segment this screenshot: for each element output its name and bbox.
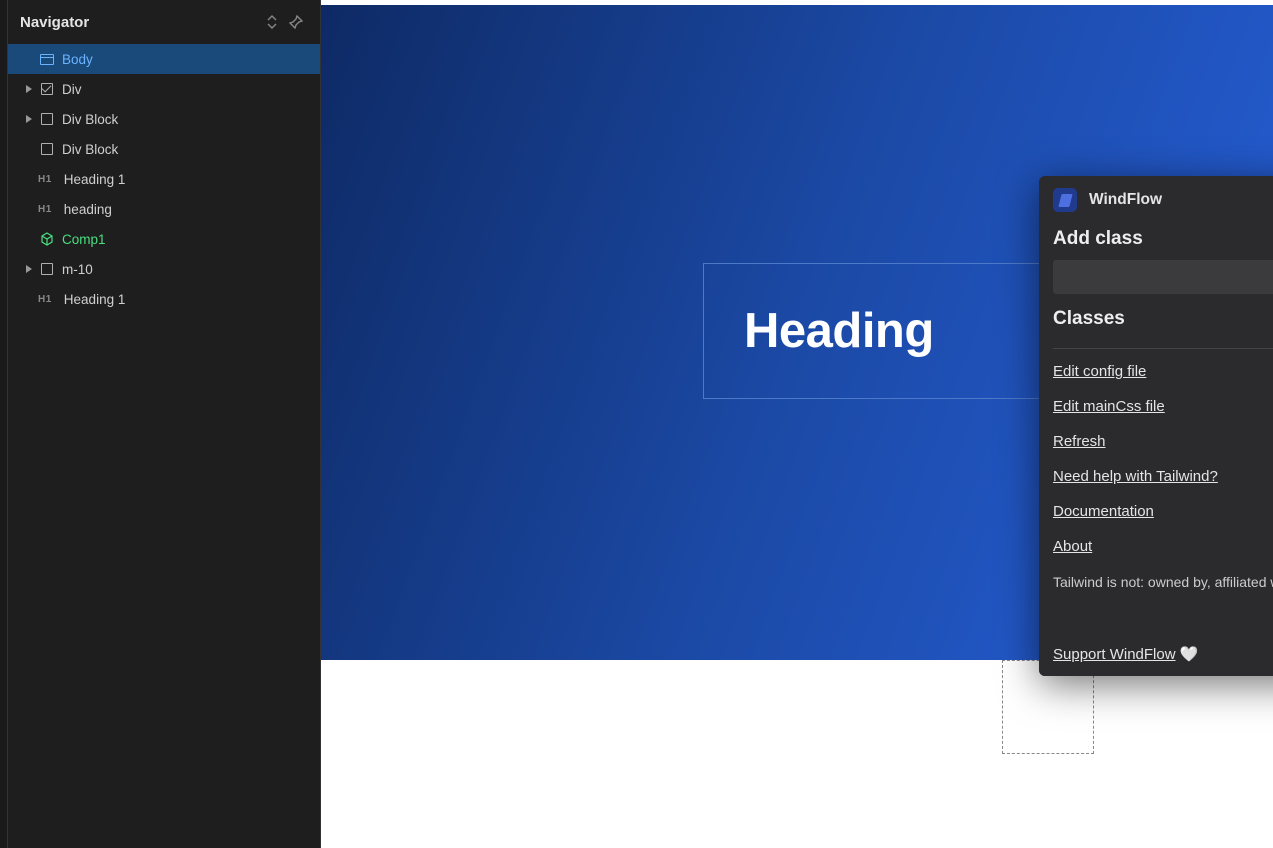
chevron-right-icon[interactable]: [20, 115, 38, 123]
tree-item-label: Heading 1: [64, 172, 126, 187]
tree-row-heading[interactable]: H1 heading: [8, 194, 320, 224]
tree-item-label: Body: [62, 52, 93, 67]
div-box-icon: [38, 140, 56, 158]
windflow-titlebar[interactable]: WindFlow: [1039, 176, 1273, 222]
windflow-body: Add class + Classes Edit config fileEdit…: [1039, 222, 1273, 676]
tree-row-heading-1[interactable]: H1 Heading 1: [8, 284, 320, 314]
canvas-area[interactable]: Heading WindFlow Add class +: [321, 0, 1273, 848]
windflow-link-list: Edit config file Edit mainCss file Refresh…: [1053, 363, 1273, 555]
chevron-right-icon[interactable]: [20, 265, 38, 273]
windflow-link-about[interactable]: About: [1053, 538, 1092, 555]
div-checked-icon: [38, 80, 56, 98]
tree-item-label: Div Block: [62, 142, 118, 157]
tree-row-heading-1[interactable]: H1 Heading 1: [8, 164, 320, 194]
windflow-title: WindFlow: [1089, 191, 1162, 209]
tree-item-label: Comp1: [62, 232, 106, 247]
add-class-heading: Add class: [1053, 228, 1273, 250]
windflow-scroll[interactable]: Add class + Classes Edit config fileEdit…: [1053, 222, 1273, 676]
windflow-link-documentation[interactable]: Documentation: [1053, 503, 1154, 520]
windflow-footer: Support WindFlow🤍: [1039, 635, 1273, 676]
add-class-row: +: [1053, 260, 1273, 294]
tree-row-body[interactable]: Body: [8, 44, 320, 74]
heart-icon: 🤍: [1180, 645, 1199, 663]
h1-tag-icon: H1: [38, 170, 58, 188]
h1-tag-icon: H1: [38, 290, 58, 308]
support-windflow-label: Support WindFlow: [1053, 646, 1176, 663]
component-cube-icon: [38, 230, 56, 248]
tree-row-div[interactable]: Div: [8, 74, 320, 104]
windflow-link-edit-maincss-file[interactable]: Edit mainCss file: [1053, 398, 1165, 415]
navigator-panel: Navigator Body Div Div Block Div Block H1 Hea…: [8, 0, 321, 848]
tree-item-label: Div: [62, 82, 82, 97]
navigator-tree: Body Div Div Block Div Block H1 Heading 1 H1 he…: [8, 44, 320, 314]
windflow-link-need-help-with-tailwind[interactable]: Need help with Tailwind?: [1053, 468, 1218, 485]
tree-item-label: heading: [64, 202, 112, 217]
tree-row-div-block[interactable]: Div Block: [8, 104, 320, 134]
windflow-disclaimer: Tailwind is not: owned by, affiliated wi…: [1053, 573, 1273, 592]
tree-row-comp1[interactable]: Comp1: [8, 224, 320, 254]
h1-tag-icon: H1: [38, 200, 58, 218]
windflow-logo-icon: [1053, 188, 1077, 212]
navigator-header: Navigator: [8, 0, 320, 44]
tree-item-label: Heading 1: [64, 292, 126, 307]
chevron-right-icon[interactable]: [20, 85, 38, 93]
tree-item-label: m-10: [62, 262, 93, 277]
div-box-icon: [38, 260, 56, 278]
windflow-link-refresh[interactable]: Refresh: [1053, 433, 1106, 450]
pin-icon[interactable]: [284, 10, 308, 34]
classes-heading: Classes: [1053, 308, 1273, 330]
heading-text: Heading: [744, 303, 934, 359]
div-box-icon: [38, 110, 56, 128]
app-root: Navigator Body Div Div Block Div Block H1 Hea…: [0, 0, 1273, 848]
support-windflow-link[interactable]: Support WindFlow🤍: [1053, 646, 1198, 663]
tree-item-label: Div Block: [62, 112, 118, 127]
divider: [1053, 348, 1273, 349]
add-class-input[interactable]: [1053, 260, 1273, 294]
body-icon: [38, 50, 56, 68]
tree-row-div-block[interactable]: Div Block: [8, 134, 320, 164]
tree-row-m-10[interactable]: m-10: [8, 254, 320, 284]
left-gutter: [0, 0, 8, 848]
navigator-title: Navigator: [20, 14, 260, 31]
windflow-popup: WindFlow Add class + Classes Edit config…: [1039, 176, 1273, 676]
windflow-link-edit-config-file[interactable]: Edit config file: [1053, 363, 1146, 380]
collapse-expand-icon[interactable]: [260, 10, 284, 34]
